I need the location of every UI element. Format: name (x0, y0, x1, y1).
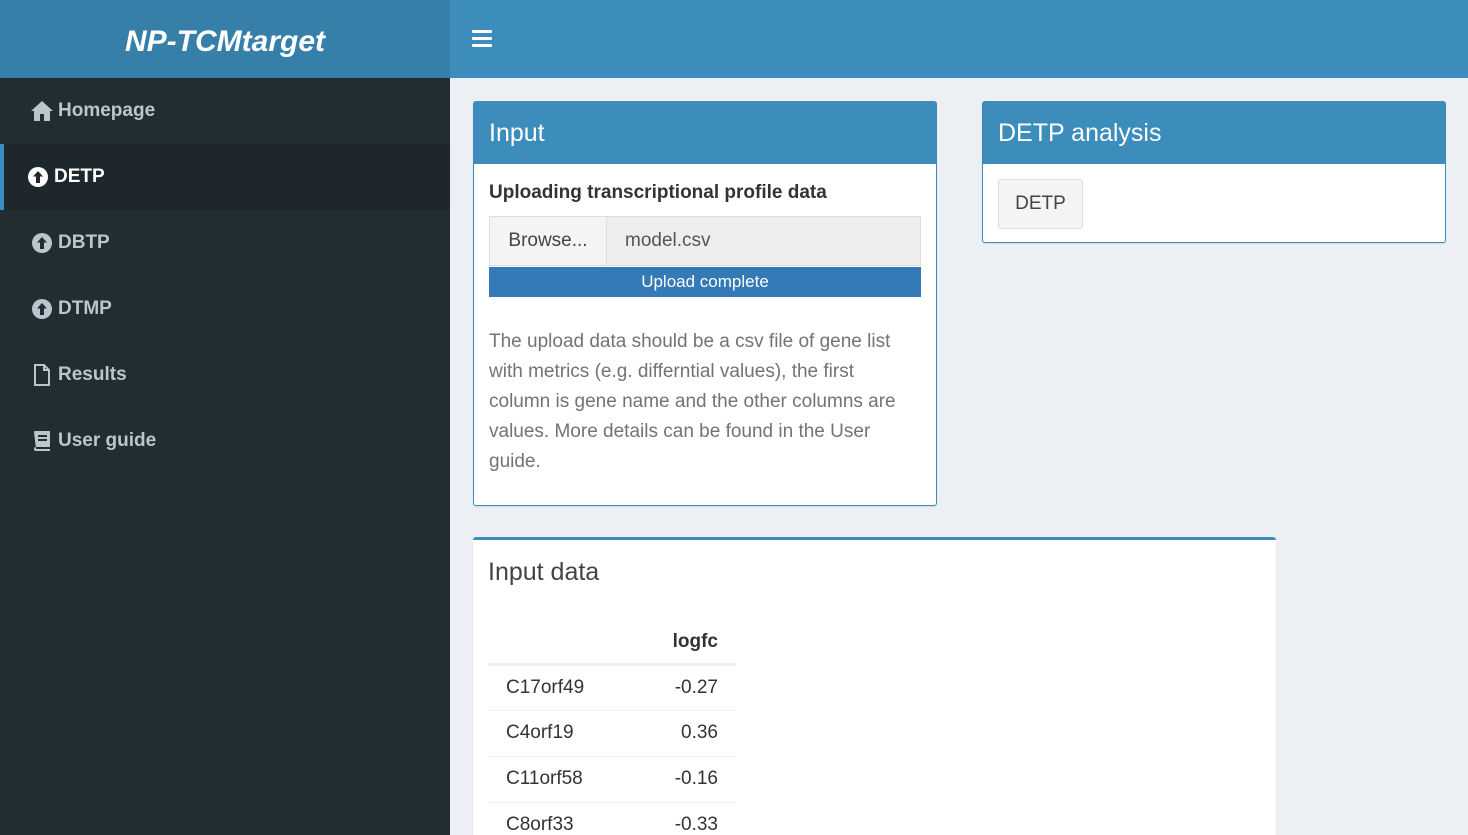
input-data-panel: Input data logfc C17orf49 -0.27 C4orf19 … (473, 537, 1276, 835)
logfc-cell: 0.36 (637, 709, 736, 756)
sidebar-item-dtmp[interactable]: DTMP (0, 276, 450, 342)
table-row: C11orf58 -0.16 (488, 755, 736, 802)
input-panel: Input Uploading transcriptional profile … (473, 101, 937, 506)
app-root: NP-TCMtarget Homepage DETP DBTP DTMP Res… (0, 0, 1468, 835)
detp-panel-title: DETP analysis (983, 102, 1445, 164)
input-panel-title: Input (474, 102, 936, 164)
table-row: C17orf49 -0.27 (488, 663, 736, 710)
file-name-field[interactable]: model.csv (607, 216, 921, 266)
table-header-row: logfc (488, 622, 736, 666)
sidebar: Homepage DETP DBTP DTMP Results User gui… (0, 78, 450, 835)
arrow-circle-up-icon (30, 231, 54, 255)
sidebar-item-homepage[interactable]: Homepage (0, 78, 450, 144)
sidebar-item-label: User guide (58, 430, 157, 451)
sidebar-item-label: DETP (54, 166, 105, 187)
logfc-cell: -0.33 (637, 801, 736, 835)
sidebar-item-user-guide[interactable]: User guide (0, 408, 450, 474)
gene-cell: C11orf58 (488, 755, 638, 802)
detp-run-button[interactable]: DETP (998, 179, 1083, 229)
arrow-circle-up-icon (30, 297, 54, 321)
file-upload-group: Browse... model.csv (489, 216, 921, 266)
sidebar-item-dbtp[interactable]: DBTP (0, 210, 450, 276)
arrow-circle-up-icon (26, 165, 50, 189)
input-data-title: Input data (488, 558, 600, 586)
table-row: C8orf33 -0.33 (488, 801, 736, 835)
app-logo-title[interactable]: NP-TCMtarget (0, 0, 450, 78)
browse-button[interactable]: Browse... (489, 216, 607, 266)
input-data-table: logfc C17orf49 -0.27 C4orf19 0.36 C11orf… (488, 622, 736, 835)
upload-progress-text: Upload complete (641, 272, 769, 291)
gene-cell: C17orf49 (488, 663, 638, 710)
upload-progress-bar: Upload complete (489, 267, 921, 297)
sidebar-item-label: Results (58, 364, 127, 385)
sidebar-item-detp[interactable]: DETP (0, 144, 450, 210)
detp-analysis-panel: DETP analysis DETP (982, 101, 1446, 243)
file-icon (30, 363, 54, 387)
top-navbar (450, 0, 1468, 78)
upload-field-label: Uploading transcriptional profile data (489, 182, 827, 203)
column-header-logfc[interactable]: logfc (637, 622, 736, 666)
sidebar-item-label: DBTP (58, 232, 110, 253)
app-title: NP-TCMtarget (125, 25, 325, 58)
upload-help-text: The upload data should be a csv file of … (489, 331, 896, 472)
gene-cell: C8orf33 (488, 801, 638, 835)
gene-cell: C4orf19 (488, 709, 638, 756)
sidebar-item-label: Homepage (58, 100, 156, 121)
sidebar-item-label: DTMP (58, 298, 112, 319)
home-icon (30, 99, 54, 123)
table-row: C4orf19 0.36 (488, 709, 736, 756)
logfc-cell: -0.27 (637, 663, 736, 710)
book-icon (30, 429, 54, 453)
column-header-gene[interactable] (488, 622, 638, 666)
logfc-cell: -0.16 (637, 755, 736, 802)
sidebar-toggle-icon[interactable] (472, 30, 492, 48)
sidebar-item-results[interactable]: Results (0, 342, 450, 408)
